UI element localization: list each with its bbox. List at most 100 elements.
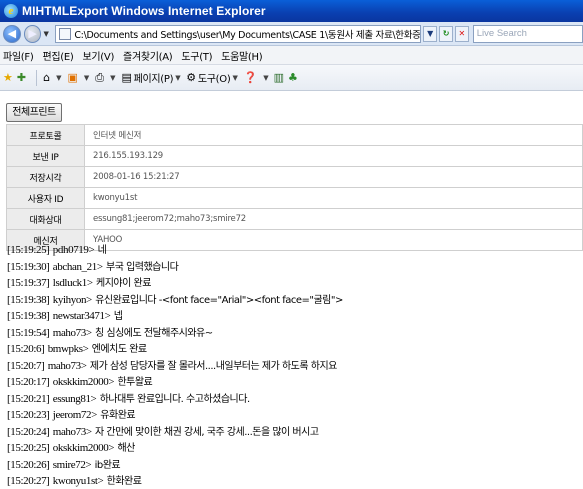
- chat-user: newstar3471>: [52, 310, 111, 322]
- chat-user: essung81>: [52, 392, 97, 405]
- chat-user: kyihyon>: [52, 293, 92, 306]
- feeds-dropdown-icon[interactable]: ▼: [84, 74, 89, 82]
- address-row: ◀ ▶ ▼ C:\Documents and Settings\user\My …: [0, 22, 583, 46]
- home-icon[interactable]: ⌂: [43, 71, 50, 84]
- chat-user: maho73>: [47, 359, 87, 372]
- chat-timestamp: [15:20:23]: [7, 409, 50, 421]
- feeds-icon[interactable]: ▣: [67, 71, 77, 84]
- info-value: 216.155.193.129: [84, 145, 583, 167]
- chat-line: [15:20:25] okskkim2000> 해산: [7, 440, 577, 457]
- print-dropdown-icon[interactable]: ▼: [110, 74, 115, 82]
- chat-line: [15:19:37] lsdluck1> 케지야이 완료: [7, 275, 577, 292]
- chat-user: lsdluck1>: [52, 277, 93, 289]
- window-title: MIHTMLExport Windows Internet Explorer: [22, 4, 266, 18]
- print-icon[interactable]: ⎙: [95, 71, 104, 85]
- page-menu-label: 페이지(P): [133, 74, 174, 85]
- chat-line: [15:20:24] maho73> 자 간만에 맞이한 채권 강세, 국주 강…: [7, 424, 577, 441]
- back-arrow-icon[interactable]: ◀: [3, 24, 21, 43]
- chat-message: 엔에치도 완료: [91, 344, 147, 355]
- title-bar: e MIHTMLExport Windows Internet Explorer: [0, 0, 583, 22]
- chat-message: 해산: [117, 443, 135, 454]
- chat-user: pdh0719>: [52, 244, 95, 256]
- research-icon[interactable]: ▥: [274, 71, 284, 84]
- chat-message: 부국 입력했습니다: [106, 261, 179, 273]
- messenger-icon[interactable]: ♣: [288, 71, 298, 84]
- chat-message: 유신완료입니다 -<font face="Arial"><font face="…: [95, 294, 343, 306]
- chat-line: [15:19:30] abchan_21> 부국 입력했습니다: [7, 259, 577, 276]
- chat-timestamp: [15:20:27]: [7, 475, 50, 487]
- address-bar[interactable]: C:\Documents and Settings\user\My Docume…: [55, 24, 422, 43]
- chat-message: 칭 심싱에도 전달해주시와유~: [94, 327, 213, 339]
- forward-arrow-icon[interactable]: ▶: [23, 24, 42, 43]
- chat-message: 한투왈료: [117, 377, 153, 388]
- chat-line: [15:19:38] newstar3471> 넵: [7, 308, 577, 325]
- refresh-icon[interactable]: ↻: [439, 25, 453, 42]
- info-value: kwonyu1st: [84, 187, 583, 209]
- info-value: essung81;jeerom72;maho73;smire72: [84, 208, 583, 230]
- chat-line: [15:20:23] jeerom72> 유화완료: [7, 407, 577, 424]
- address-dropdown-icon[interactable]: ▼: [423, 25, 438, 42]
- page-icon: [59, 27, 72, 40]
- menu-favorites[interactable]: 즐겨찾기(A): [123, 48, 173, 63]
- menu-edit[interactable]: 편집(E): [42, 48, 73, 63]
- help-dropdown-icon[interactable]: ▼: [263, 74, 268, 82]
- menu-help[interactable]: 도움말(H): [221, 48, 262, 63]
- help-icon[interactable]: ❓: [244, 71, 258, 84]
- chat-line: [15:20:27] kwonyu1st> 한화완료: [7, 473, 577, 489]
- address-url[interactable]: C:\Documents and Settings\user\My Docume…: [74, 27, 420, 41]
- toolbar-divider: [36, 69, 38, 86]
- chat-user: smire72>: [52, 458, 92, 471]
- chat-message: 자 간만에 맞이한 채권 강세, 국주 강세...돈을 많이 버시고: [94, 426, 319, 438]
- menu-tools[interactable]: 도구(T): [181, 48, 212, 63]
- star-icon[interactable]: ★: [3, 71, 13, 84]
- info-key: 저장시각: [6, 166, 85, 188]
- add-favorite-icon[interactable]: ✚: [17, 71, 26, 84]
- print-all-button[interactable]: 전체프린트: [6, 103, 62, 122]
- menu-view[interactable]: 보기(V): [83, 48, 115, 63]
- chat-timestamp: [15:20:25]: [7, 442, 50, 454]
- info-value: 2008-01-16 15:21:27: [84, 166, 583, 188]
- chevron-down-icon: ▼: [175, 73, 181, 82]
- chat-user: okskkim2000>: [52, 376, 115, 388]
- chat-message: 케지야이 완료: [96, 278, 151, 289]
- chevron-down-icon: ▼: [232, 73, 238, 82]
- chat-user: maho73>: [52, 425, 92, 438]
- chat-timestamp: [15:20:24]: [7, 425, 50, 438]
- home-dropdown-icon[interactable]: ▼: [56, 74, 61, 82]
- info-key: 대화상대: [6, 208, 85, 230]
- info-key: 프로토콜: [6, 124, 85, 146]
- chat-message: 하나대투 완료입니다. 수고하셨습니다.: [99, 393, 250, 405]
- info-value: 인터넷 메신저: [84, 124, 583, 146]
- chat-timestamp: [15:19:30]: [7, 260, 50, 273]
- chat-line: [15:20:17] okskkim2000> 한투왈료: [7, 374, 577, 391]
- chat-timestamp: [15:20:7]: [7, 359, 45, 372]
- page-menu[interactable]: ▤ 페이지(P) ▼: [121, 70, 180, 85]
- chat-line: [15:20:26] smire72> ib완료: [7, 457, 577, 474]
- search-input[interactable]: Live Search: [472, 24, 583, 43]
- menu-bar: 파일(F) 편집(E) 보기(V) 즐겨찾기(A) 도구(T) 도움말(H): [0, 46, 583, 65]
- session-info-table: 프로토콜 인터넷 메신저 보낸 IP 216.155.193.129 저장시각 …: [6, 124, 583, 251]
- chat-message: 유화완료: [100, 410, 136, 421]
- chat-user: bmwpks>: [47, 343, 89, 355]
- menu-file[interactable]: 파일(F): [3, 48, 34, 63]
- chat-user: jeerom72>: [52, 409, 98, 421]
- tools-menu[interactable]: ⚙ 도구(O) ▼: [186, 70, 238, 85]
- chat-user: kwonyu1st>: [52, 475, 104, 487]
- chat-message: 제가 삼성 담당자를 잘 몰라서....내일부터는 제가 하도록 하지요: [89, 360, 337, 372]
- chat-user: maho73>: [52, 326, 92, 339]
- chat-message: 한화완료: [106, 476, 142, 487]
- table-row: 프로토콜 인터넷 메신저: [6, 124, 583, 146]
- info-key: 사용자 ID: [6, 187, 85, 209]
- chat-timestamp: [15:20:26]: [7, 458, 50, 471]
- chat-line: [15:19:38] kyihyon> 유신완료입니다 -<font face=…: [7, 292, 577, 309]
- tools-gear-icon: ⚙: [186, 71, 196, 84]
- stop-icon[interactable]: ✕: [454, 25, 469, 42]
- chat-timestamp: [15:20:21]: [7, 392, 50, 405]
- chat-line: [15:19:54] maho73> 칭 심싱에도 전달해주시와유~: [7, 325, 577, 342]
- chat-line: [15:20:7] maho73> 제가 삼성 담당자를 잘 몰라서....내일…: [7, 358, 577, 375]
- history-dropdown-icon[interactable]: ▼: [43, 30, 51, 38]
- page-content: 전체프린트 프로토콜 인터넷 메신저 보낸 IP 216.155.193.129…: [0, 92, 583, 489]
- chat-user: okskkim2000>: [52, 442, 115, 454]
- table-row: 저장시각 2008-01-16 15:21:27: [6, 166, 583, 188]
- tools-menu-label: 도구(O): [197, 74, 231, 85]
